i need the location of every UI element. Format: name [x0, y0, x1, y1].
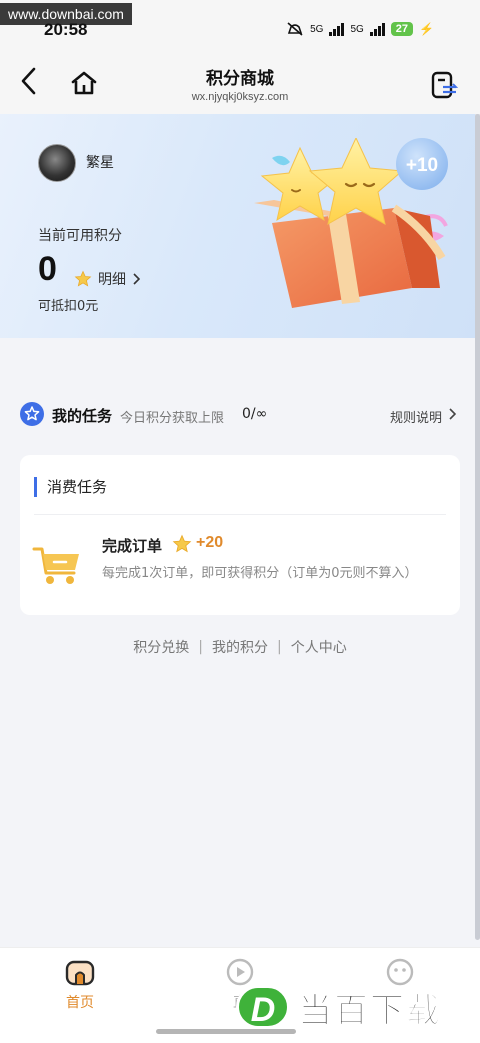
scrollbar-thumb[interactable]: [475, 114, 480, 940]
task-item-description: 每完成1次订单，即可获得积分（订单为0元则不算入）: [102, 566, 418, 581]
site-logo-watermark: D 当百下载: [236, 984, 474, 1031]
my-points-link[interactable]: 我的积分: [212, 637, 268, 657]
page-title: 积分商城: [206, 69, 274, 89]
home-indicator[interactable]: [156, 1029, 296, 1034]
star-icon: [172, 534, 192, 553]
status-icons: 5G 5G 27 ⚡: [286, 22, 434, 36]
network-label-2: 5G: [350, 23, 364, 35]
network-label-1: 5G: [310, 23, 324, 35]
tasks-title: 我的任务: [52, 407, 113, 425]
footer-links: 积分兑换 | 我的积分 | 个人中心: [0, 637, 480, 657]
mute-icon: [287, 22, 303, 36]
exchange-icon[interactable]: [430, 70, 458, 100]
user-name: 繁星: [86, 155, 114, 171]
tab-home-label: 首页: [66, 995, 94, 1011]
page-url: wx.njyqkj0ksyz.com: [191, 91, 289, 103]
status-bar: www.downbai.com 20:58 5G 5G 27 ⚡: [0, 0, 480, 44]
signal-icon: [329, 22, 345, 36]
chevron-right-icon: [449, 408, 456, 420]
star-icon: [74, 270, 92, 287]
battery-level: 27: [390, 22, 414, 36]
consumption-task-card: 消费任务 完成订单 +20 每完成1次订单，即可获得积分（订单为0元则不算入）: [20, 455, 460, 615]
points-exchange-link[interactable]: 积分兑换: [133, 637, 189, 657]
rules-link[interactable]: 规则说明: [390, 407, 456, 426]
detail-label: 明细: [98, 272, 126, 288]
link-separator: |: [198, 639, 203, 655]
points-deduct-text: 可抵扣0元: [38, 299, 99, 314]
tasks-header: 我的任务 今日积分获取上限 0/∞ 规则说明: [20, 402, 460, 430]
link-separator: |: [277, 639, 282, 655]
tab-home[interactable]: 首页: [40, 958, 120, 1012]
daily-limit-value: 0/∞: [242, 406, 268, 422]
status-time: 20:58: [44, 20, 88, 39]
charging-icon: ⚡: [419, 22, 434, 36]
task-item-title: 完成订单: [102, 537, 163, 555]
gift-badge-text: +10: [406, 155, 438, 176]
points-hero: 繁星 当前可用积分 0 明细 可抵扣0元 +10: [0, 114, 476, 338]
gift-box-illustration: +10: [254, 138, 448, 308]
logo-text: 当百下载: [298, 990, 442, 1031]
task-star-icon: [20, 402, 44, 426]
personal-center-link[interactable]: 个人中心: [291, 637, 347, 657]
task-item-bonus: +20: [196, 534, 224, 551]
avatar[interactable]: [38, 144, 76, 182]
points-label: 当前可用积分: [38, 228, 122, 244]
logo-letter: D: [236, 985, 290, 1029]
chevron-right-icon: [133, 273, 140, 285]
divider: [34, 514, 446, 515]
play-icon: [226, 958, 254, 986]
nav-bar: 积分商城 wx.njyqkj0ksyz.com: [0, 44, 480, 114]
points-value: 0: [38, 250, 57, 288]
shopping-cart-icon: [32, 547, 79, 584]
daily-limit-label: 今日积分获取上限: [120, 411, 225, 426]
rules-label: 规则说明: [389, 411, 442, 426]
home-tab-icon: [65, 960, 95, 986]
points-detail-link[interactable]: 明细: [74, 269, 140, 289]
signal-icon: [369, 22, 385, 36]
section-title: 消费任务: [34, 477, 107, 497]
